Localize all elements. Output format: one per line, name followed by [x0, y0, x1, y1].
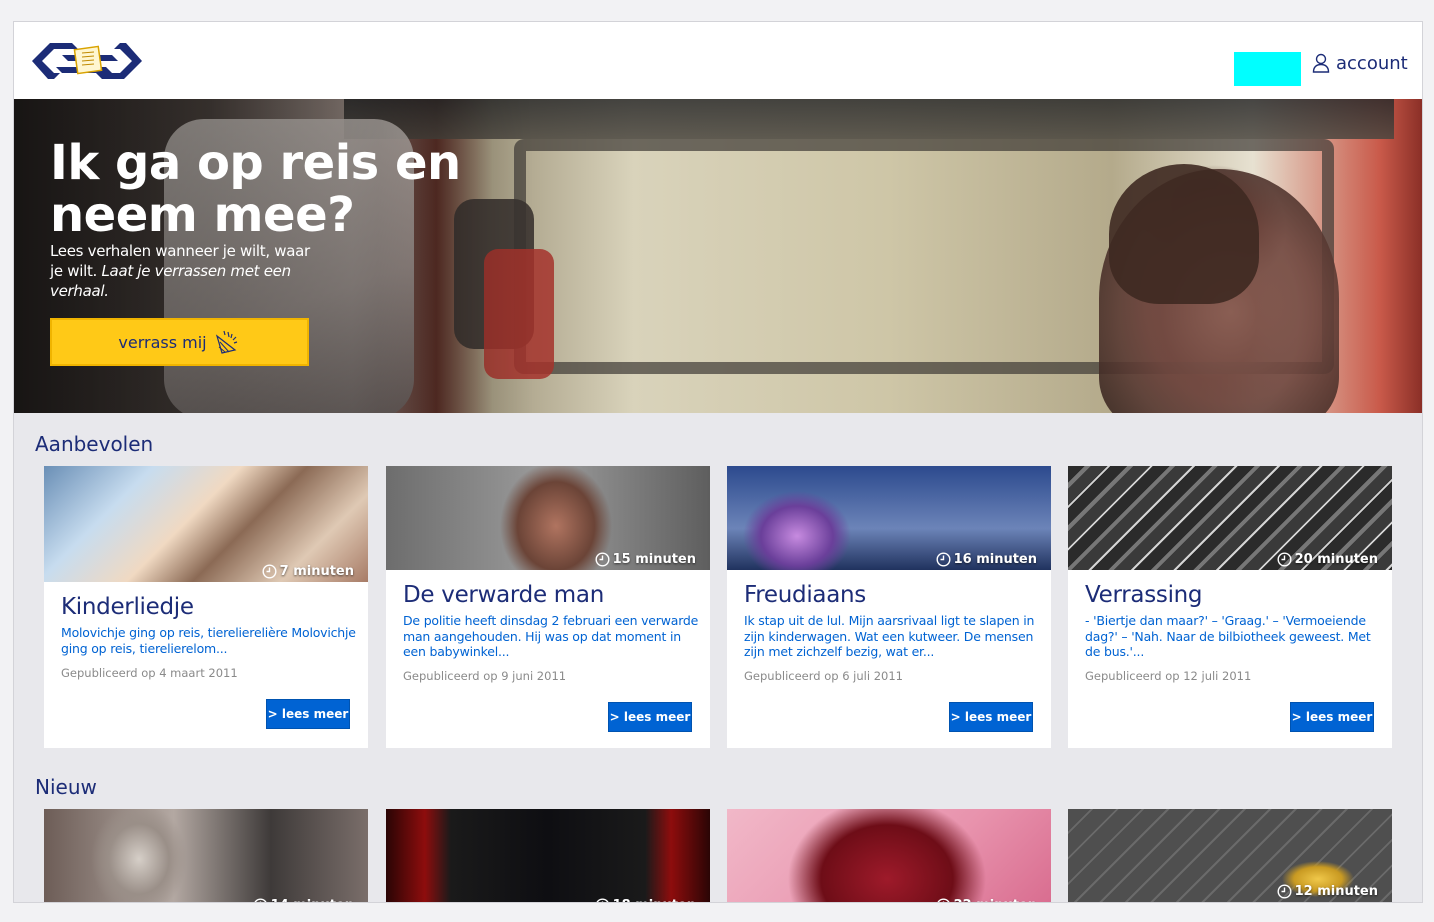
duration-badge: 16 minuten	[936, 552, 1037, 567]
user-icon	[1312, 53, 1330, 73]
duration-text: 12 minuten	[1294, 884, 1378, 899]
surprise-me-button[interactable]: verrass mij	[50, 318, 309, 366]
party-popper-icon	[215, 330, 237, 354]
story-date: Gepubliceerd op 6 juli 2011	[744, 669, 903, 683]
story-title[interactable]: Freudiaans	[744, 582, 866, 608]
story-thumbnail[interactable]: 22 minuten	[727, 809, 1051, 902]
account-link[interactable]: account	[1312, 48, 1408, 78]
duration-badge: 7 minuten	[262, 564, 354, 579]
duration-text: 7 minuten	[279, 564, 354, 579]
story-card[interactable]: 14 minuten	[44, 809, 368, 902]
duration-text: 22 minuten	[954, 898, 1037, 902]
story-title[interactable]: Verrassing	[1085, 582, 1203, 608]
story-thumbnail[interactable]: 18 minuten	[386, 809, 710, 902]
clock-icon	[1277, 884, 1292, 899]
story-date: Gepubliceerd op 4 maart 2011	[61, 666, 238, 680]
duration-text: 18 minuten	[613, 898, 696, 902]
duration-badge: 18 minuten	[595, 898, 696, 902]
story-excerpt: - 'Biertje dan maar?' – 'Graag.' – 'Verm…	[1085, 613, 1371, 659]
duration-badge: 14 minuten	[253, 898, 354, 902]
story-date: Gepubliceerd op 9 juni 2011	[403, 669, 567, 683]
story-image	[44, 809, 368, 902]
story-image	[386, 809, 710, 902]
story-card[interactable]: 22 minuten	[727, 809, 1051, 902]
duration-text: 15 minuten	[612, 552, 696, 567]
hero-bg-hair	[1109, 164, 1259, 304]
story-excerpt: Ik stap uit de lul. Mijn aarsrivaal ligt…	[744, 613, 1035, 659]
story-thumbnail[interactable]: 15 minuten	[386, 466, 710, 570]
duration-badge: 20 minuten	[1277, 552, 1378, 567]
story-card[interactable]: 18 minuten	[386, 809, 710, 902]
story-card[interactable]: 7 minuten Kinderliedje Molovichje ging o…	[44, 466, 368, 748]
story-title[interactable]: Kinderliedje	[61, 594, 194, 620]
section-title-new: Nieuw	[35, 775, 97, 799]
app-frame: account Ik ga op reis en neem mee? Lees …	[13, 21, 1423, 903]
duration-badge: 12 minuten	[1277, 884, 1378, 899]
story-card[interactable]: 12 minuten	[1068, 809, 1392, 902]
story-date: Gepubliceerd op 12 juli 2011	[1085, 669, 1252, 683]
ns-logo[interactable]	[32, 38, 142, 84]
read-more-button[interactable]: > lees meer	[949, 702, 1033, 732]
story-thumbnail[interactable]: 20 minuten	[1068, 466, 1392, 570]
clock-icon	[936, 552, 951, 567]
story-card[interactable]: 20 minuten Verrassing - 'Biertje dan maa…	[1068, 466, 1392, 748]
duration-text: 16 minuten	[953, 552, 1037, 567]
header: account	[14, 22, 1422, 99]
duration-badge: 15 minuten	[595, 552, 696, 567]
story-thumbnail[interactable]: 12 minuten	[1068, 809, 1392, 902]
story-image	[727, 809, 1051, 902]
read-more-button[interactable]: > lees meer	[266, 699, 350, 729]
duration-text: 14 minuten	[271, 898, 354, 902]
clock-icon	[595, 552, 610, 567]
clock-icon	[262, 564, 277, 579]
story-excerpt: De politie heeft dinsdag 2 februari een …	[403, 613, 699, 659]
story-excerpt: Molovichje ging op reis, tierelierelière…	[61, 625, 356, 656]
read-more-button[interactable]: > lees meer	[608, 702, 692, 732]
hero-banner: Ik ga op reis en neem mee? Lees verhalen…	[14, 99, 1422, 413]
account-label: account	[1336, 52, 1408, 74]
read-more-button[interactable]: > lees meer	[1290, 702, 1374, 732]
story-title[interactable]: De verwarde man	[403, 582, 604, 608]
clock-icon	[596, 898, 609, 902]
duration-badge: 22 minuten	[936, 898, 1037, 902]
duration-text: 20 minuten	[1294, 552, 1378, 567]
story-thumbnail[interactable]: 14 minuten	[44, 809, 368, 902]
hero-title: Ik ga op reis en neem mee?	[50, 135, 461, 243]
clock-icon	[937, 898, 950, 902]
story-card[interactable]: 15 minuten De verwarde man De politie he…	[386, 466, 710, 748]
section-title-recommended: Aanbevolen	[35, 432, 154, 456]
surprise-me-label: verrass mij	[118, 332, 207, 352]
story-thumbnail[interactable]: 16 minuten	[727, 466, 1051, 570]
clock-icon	[1277, 552, 1292, 567]
clock-icon	[254, 898, 267, 902]
story-card[interactable]: 16 minuten Freudiaans Ik stap uit de lul…	[727, 466, 1051, 748]
search-button[interactable]	[1234, 52, 1301, 86]
story-thumbnail[interactable]: 7 minuten	[44, 466, 368, 582]
hero-subtitle: Lees verhalen wanneer je wilt, waar je w…	[50, 241, 310, 301]
